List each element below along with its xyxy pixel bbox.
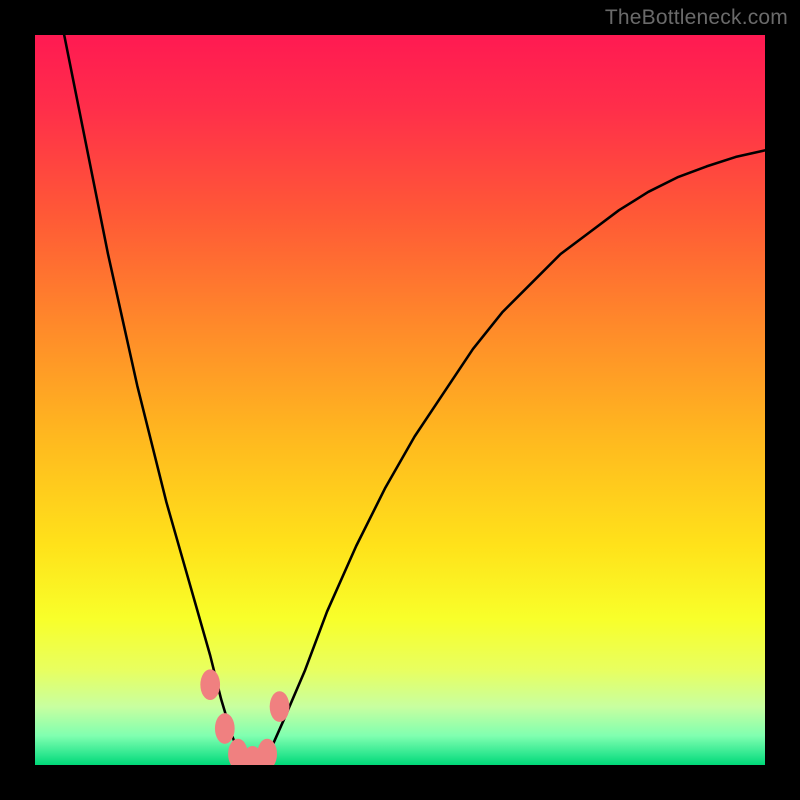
curve-layer (35, 35, 765, 765)
bottleneck-curve (64, 35, 765, 764)
watermark-text: TheBottleneck.com (605, 6, 788, 30)
highlight-dot (270, 691, 290, 722)
highlight-dots (200, 669, 289, 765)
chart-frame: TheBottleneck.com (0, 0, 800, 800)
highlight-dot (200, 669, 220, 700)
highlight-dot (215, 713, 235, 744)
plot-area (35, 35, 765, 765)
